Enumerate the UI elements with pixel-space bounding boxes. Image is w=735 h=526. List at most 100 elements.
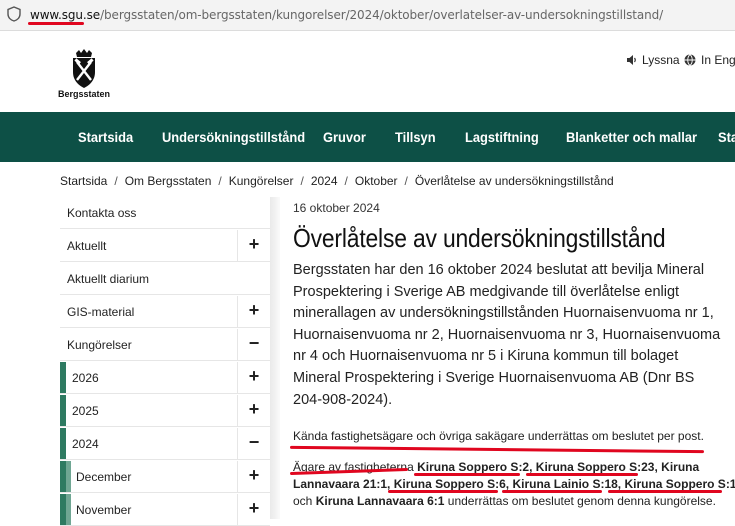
property-name: Kiruna (661, 460, 700, 474)
property-name: Kiruna Soppero S:2, (417, 460, 533, 474)
breadcrumb-separator: / (114, 174, 118, 188)
property-name: Kiruna Soppero S:10 (624, 477, 735, 491)
sidebar-item-label: 2026 (72, 371, 99, 385)
nesting-bar (60, 362, 66, 393)
nav-item-more[interactable]: Sta (718, 129, 735, 145)
sidebar-item-label: December (76, 470, 132, 484)
globe-icon (684, 54, 696, 66)
breadcrumb-separator: / (218, 174, 222, 188)
language-label: In Engl (701, 53, 735, 67)
page-title: Överlåtelse av undersökningstillstånd (293, 223, 666, 253)
sidebar-item-aktuellt-diarium[interactable]: Aktuellt diarium (60, 263, 270, 295)
main-navigation: Startsida Undersökningstillstånd Gruvor … (0, 112, 735, 162)
notice-info-line: Kända fastighetsägare och övriga sakägar… (293, 429, 704, 443)
sidebar-item-label: Aktuellt (67, 239, 107, 253)
annotation-underline (28, 22, 84, 25)
site-header: Bergsstaten Lyssna In Engl (0, 31, 735, 111)
bergsstaten-logo[interactable] (58, 49, 110, 121)
lead-line: Bergsstaten har den 16 oktober 2024 besl… (293, 262, 705, 278)
sidebar-item-aktuellt[interactable]: Aktuellt + (60, 230, 270, 262)
expand-icon[interactable]: + (237, 461, 270, 492)
sidebar-item-label: 2024 (72, 437, 99, 451)
sidebar-menu: Kontakta oss Aktuellt + Aktuellt diarium… (60, 197, 280, 526)
sidebar-item-december[interactable]: December + (60, 461, 270, 493)
expand-icon[interactable]: + (237, 494, 270, 525)
sidebar-item-label: Kungörelser (67, 338, 132, 352)
nesting-bar (60, 395, 66, 426)
url-path: /bergsstaten/om-bergsstaten/kungorelser/… (100, 8, 664, 22)
annotation-underline (414, 473, 520, 476)
nesting-bar (66, 461, 71, 492)
sidebar-item-november[interactable]: November + (60, 494, 270, 526)
breadcrumb-current: Överlåtelse av undersökningstillstånd (414, 174, 614, 188)
breadcrumb-separator: / (344, 174, 348, 188)
url-text[interactable]: www.sgu.se/bergsstaten/om-bergsstaten/ku… (30, 8, 663, 22)
sidebar-item-kontakta-oss[interactable]: Kontakta oss (60, 197, 270, 229)
annotation-underline (502, 490, 602, 493)
language-button[interactable]: In Engl (684, 53, 735, 67)
breadcrumb-separator: / (300, 174, 304, 188)
lead-line: minerallagen av undersökningstillstånden… (293, 305, 714, 322)
property-name: Kiruna Soppero S:6, (393, 477, 510, 491)
sidebar-item-2025[interactable]: 2025 + (60, 395, 270, 427)
lead-line: Prospektering i Sverige AB medgivande ti… (293, 283, 680, 300)
expand-icon[interactable]: + (237, 230, 270, 261)
breadcrumb-item[interactable]: 2024 (311, 174, 338, 188)
owners-text: och (293, 494, 313, 508)
expand-icon[interactable]: + (237, 362, 270, 393)
breadcrumb-item[interactable]: Om Bergsstaten (125, 174, 212, 188)
sidebar-shadow (270, 197, 280, 519)
listen-button[interactable]: Lyssna (626, 53, 680, 67)
annotation-underline (608, 490, 722, 493)
listen-label: Lyssna (642, 53, 680, 67)
lead-line: Huornaisenvuoma nr 2, Huornaisenvuoma nr… (293, 326, 721, 343)
expand-icon[interactable]: + (237, 395, 270, 426)
annotation-underline (289, 445, 705, 454)
sidebar-item-gis-material[interactable]: GIS-material + (60, 296, 270, 328)
logo-text: Bergsstaten (57, 89, 111, 99)
nav-item-blanketter[interactable]: Blanketter och mallar (566, 129, 697, 145)
sidebar-item-2026[interactable]: 2026 + (60, 362, 270, 394)
property-name: Lannavaara 21:1, (293, 477, 391, 491)
owners-line: och Kiruna Lannavaara 6:1 underrättas om… (293, 493, 735, 510)
address-bar[interactable]: www.sgu.se/bergsstaten/om-bergsstaten/ku… (0, 0, 735, 31)
breadcrumb-item[interactable]: Oktober (355, 174, 398, 188)
nesting-bar (60, 428, 66, 459)
sidebar-item-2024[interactable]: 2024 − (60, 428, 270, 460)
owners-text: underrättas om beslutet genom denna kung… (447, 494, 716, 508)
sidebar-item-label: Aktuellt diarium (67, 272, 150, 286)
collapse-icon[interactable]: − (237, 329, 270, 360)
nav-item-startsida[interactable]: Startsida (78, 129, 133, 145)
property-name: Kiruna Lannavaara 6:1 (315, 494, 445, 508)
annotation-underline (388, 490, 498, 493)
property-name: Kiruna Soppero S:23, (535, 460, 658, 474)
lead-line: 204-908-2024). (293, 391, 393, 408)
nav-item-gruvor[interactable]: Gruvor (323, 129, 366, 145)
shield-icon (7, 6, 21, 22)
nav-item-undersokningstillstand[interactable]: Undersökningstillstånd (162, 129, 305, 145)
annotation-underline (526, 473, 638, 476)
sidebar-item-kungorelser[interactable]: Kungörelser − (60, 329, 270, 361)
breadcrumb-separator: / (404, 174, 408, 188)
lead-line: Mineral Prospektering i Sverige Huornais… (293, 369, 695, 386)
sidebar-item-label: 2025 (72, 404, 99, 418)
sidebar-item-label: Kontakta oss (67, 206, 137, 220)
url-host: www.sgu.se (30, 8, 101, 22)
article-lead: Bergsstaten har den 16 oktober 2024 besl… (293, 260, 735, 411)
breadcrumb: Startsida / Om Bergsstaten / Kungörelser… (60, 174, 614, 188)
crown-crest-icon (73, 49, 95, 88)
breadcrumb-item[interactable]: Kungörelser (229, 174, 294, 188)
nav-item-tillsyn[interactable]: Tillsyn (395, 129, 436, 145)
expand-icon[interactable]: + (237, 296, 270, 327)
lead-line: nr 4 och Huornaisenvuoma nr 5 i Kiruna k… (293, 348, 679, 365)
breadcrumb-item[interactable]: Startsida (60, 174, 107, 188)
sidebar-item-label: November (76, 503, 132, 517)
nav-item-lagstiftning[interactable]: Lagstiftning (465, 129, 539, 145)
publish-date: 16 oktober 2024 (293, 201, 380, 215)
property-name: Kiruna Lainio S:18, (512, 477, 622, 491)
speaker-icon (627, 55, 636, 65)
owners-paragraph: Ägare av fastigheterna Kiruna Soppero S:… (293, 459, 735, 510)
sidebar-item-label: GIS-material (67, 305, 135, 319)
collapse-icon[interactable]: − (237, 428, 270, 459)
nesting-bar (66, 494, 71, 525)
